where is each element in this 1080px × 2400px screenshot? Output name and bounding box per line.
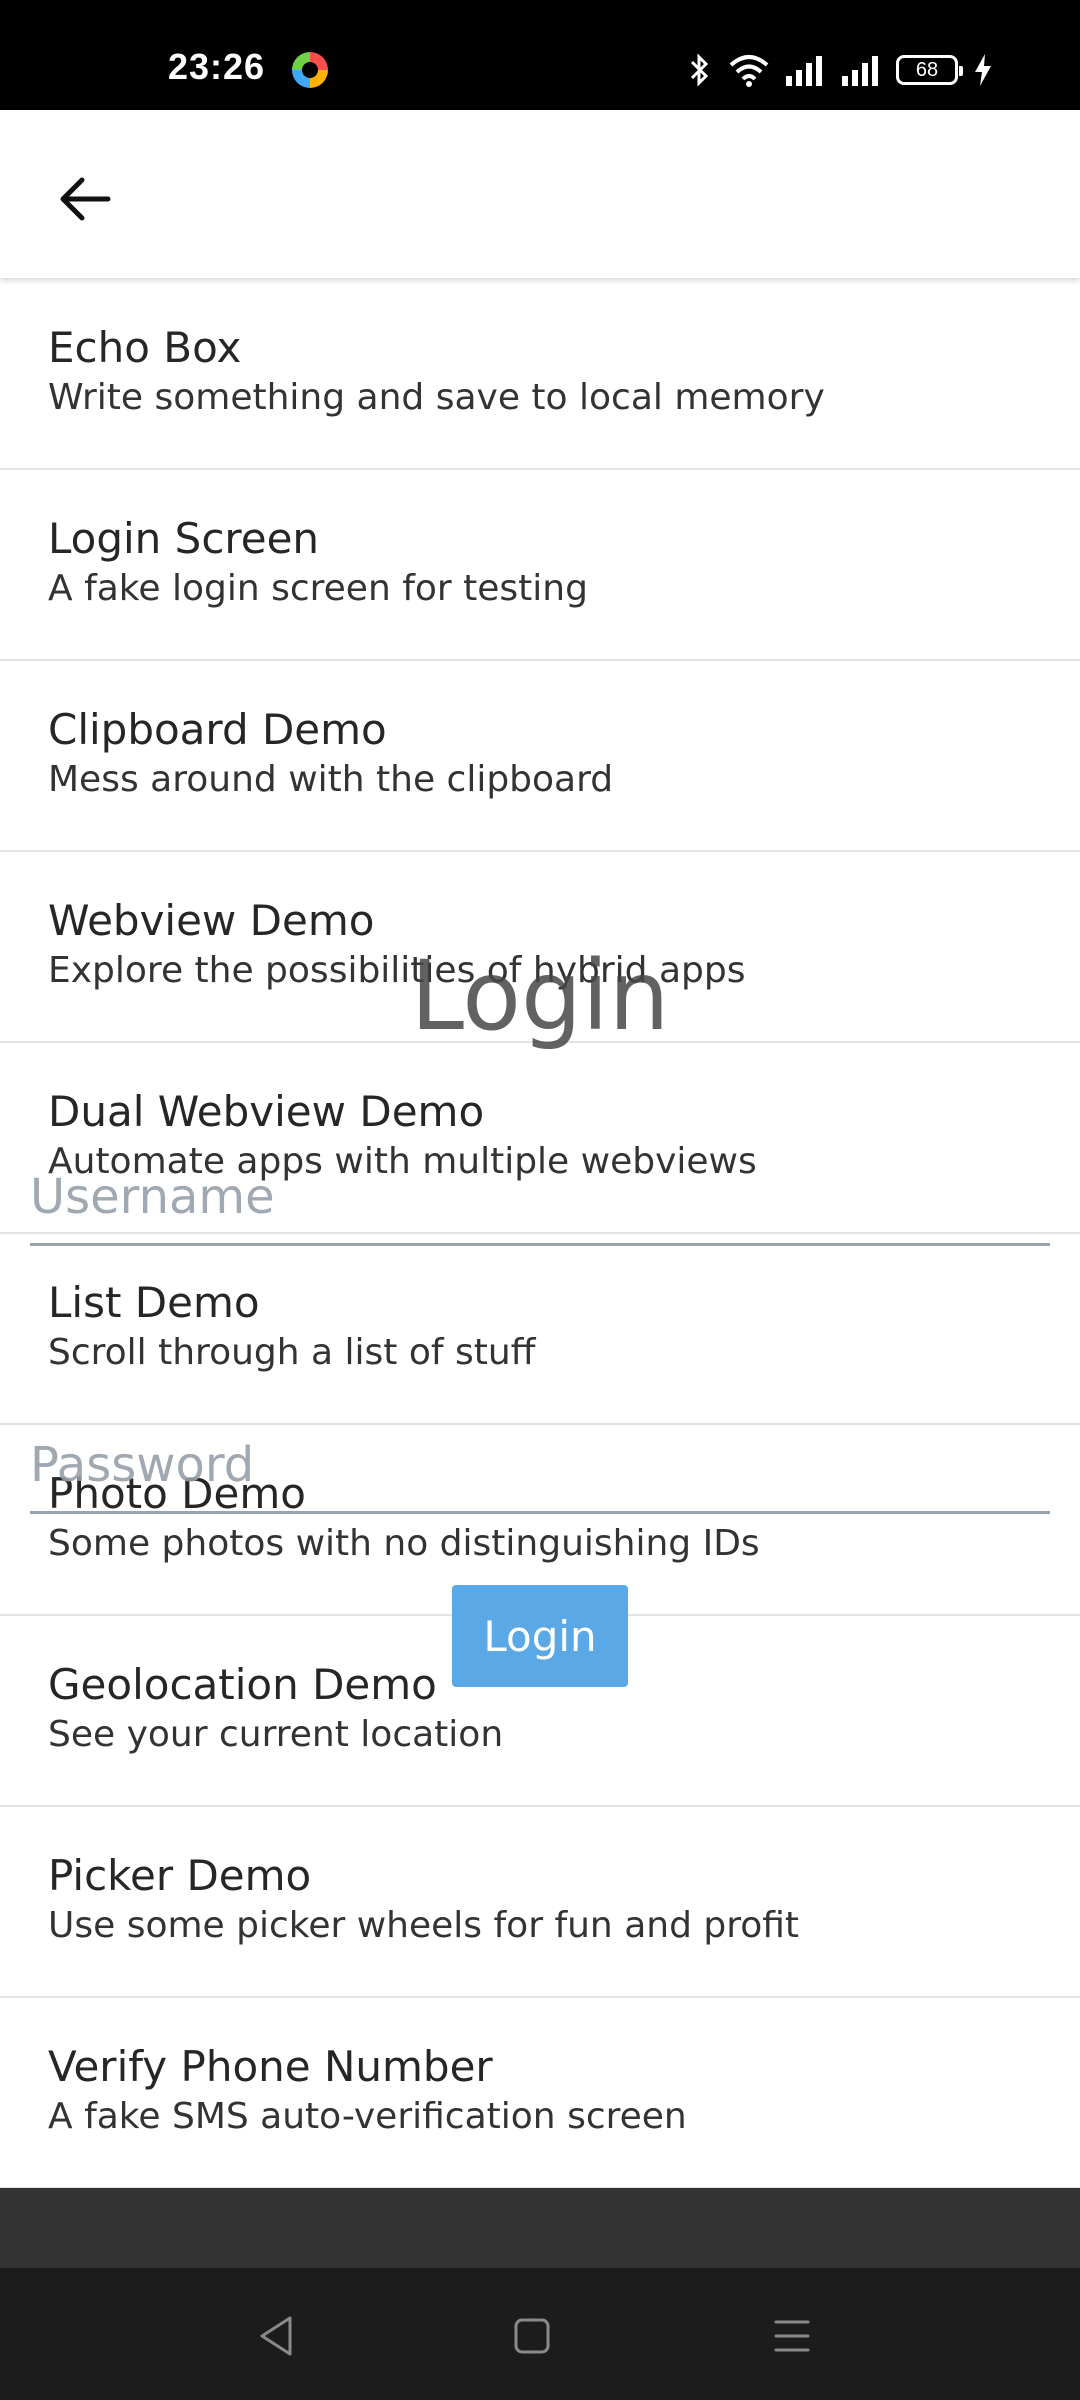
password-field[interactable] <box>30 1418 1050 1514</box>
app-bar <box>0 110 1080 278</box>
list-item-title: Picker Demo <box>48 1851 312 1900</box>
list-item-verify-phone-number[interactable]: Verify Phone Number A fake SMS auto-veri… <box>0 1998 1080 2189</box>
list-item-login-screen[interactable]: Login Screen A fake login screen for tes… <box>0 470 1080 661</box>
status-icons: 68 <box>686 50 994 90</box>
charging-icon <box>972 53 994 87</box>
list-item-title: Webview Demo <box>48 896 375 945</box>
nav-back-button[interactable] <box>246 2308 306 2364</box>
list-item-title: List Demo <box>48 1278 260 1327</box>
back-button[interactable] <box>40 154 130 244</box>
status-time: 23:26 <box>168 46 266 87</box>
list-item-title: Dual Webview Demo <box>48 1087 485 1136</box>
list-item-subtitle: Scroll through a list of stuff <box>48 1332 536 1373</box>
square-home-icon <box>514 2318 550 2354</box>
list-item-list-demo[interactable]: List Demo Scroll through a list of stuff <box>0 1234 1080 1425</box>
bottom-strip <box>0 2188 1080 2268</box>
nav-menu-button[interactable] <box>762 2308 822 2364</box>
signal-icon-1 <box>784 54 826 86</box>
list-item-picker-demo[interactable]: Picker Demo Use some picker wheels for f… <box>0 1807 1080 1998</box>
list-item-title: Clipboard Demo <box>48 705 387 754</box>
status-bar: 23:26 68 <box>0 0 1080 110</box>
list-item-title: Echo Box <box>48 323 242 372</box>
list-item-clipboard-demo[interactable]: Clipboard Demo Mess around with the clip… <box>0 661 1080 852</box>
list-item-echo-box[interactable]: Echo Box Write something and save to loc… <box>0 279 1080 470</box>
list-item-subtitle: Mess around with the clipboard <box>48 759 614 800</box>
username-field[interactable] <box>30 1150 1050 1246</box>
battery-icon: 68 <box>896 55 963 85</box>
list-item-subtitle: A fake SMS auto-verification screen <box>48 2096 687 2137</box>
list-item-subtitle: A fake login screen for testing <box>48 568 588 609</box>
app-notification-icon <box>292 52 328 88</box>
login-title: Login <box>410 940 670 1052</box>
arrow-left-icon <box>60 177 111 221</box>
list-item-subtitle: Write something and save to local memory <box>48 377 825 418</box>
bluetooth-icon <box>686 52 714 88</box>
login-button[interactable]: Login <box>452 1585 628 1687</box>
list-item-subtitle: Use some picker wheels for fun and profi… <box>48 1905 800 1946</box>
list-item-title: Geolocation Demo <box>48 1660 437 1709</box>
list-item-subtitle: See your current location <box>48 1714 504 1755</box>
list-item-title: Login Screen <box>48 514 320 563</box>
list-item-subtitle: Some photos with no distinguishing IDs <box>48 1523 760 1564</box>
list-item-title: Verify Phone Number <box>48 2042 493 2091</box>
navigation-bar <box>0 2268 1080 2400</box>
triangle-back-icon <box>260 2316 292 2356</box>
signal-icon-2 <box>840 54 882 86</box>
nav-home-button[interactable] <box>502 2308 562 2364</box>
menu-icon <box>774 2320 810 2352</box>
wifi-icon <box>728 53 770 87</box>
